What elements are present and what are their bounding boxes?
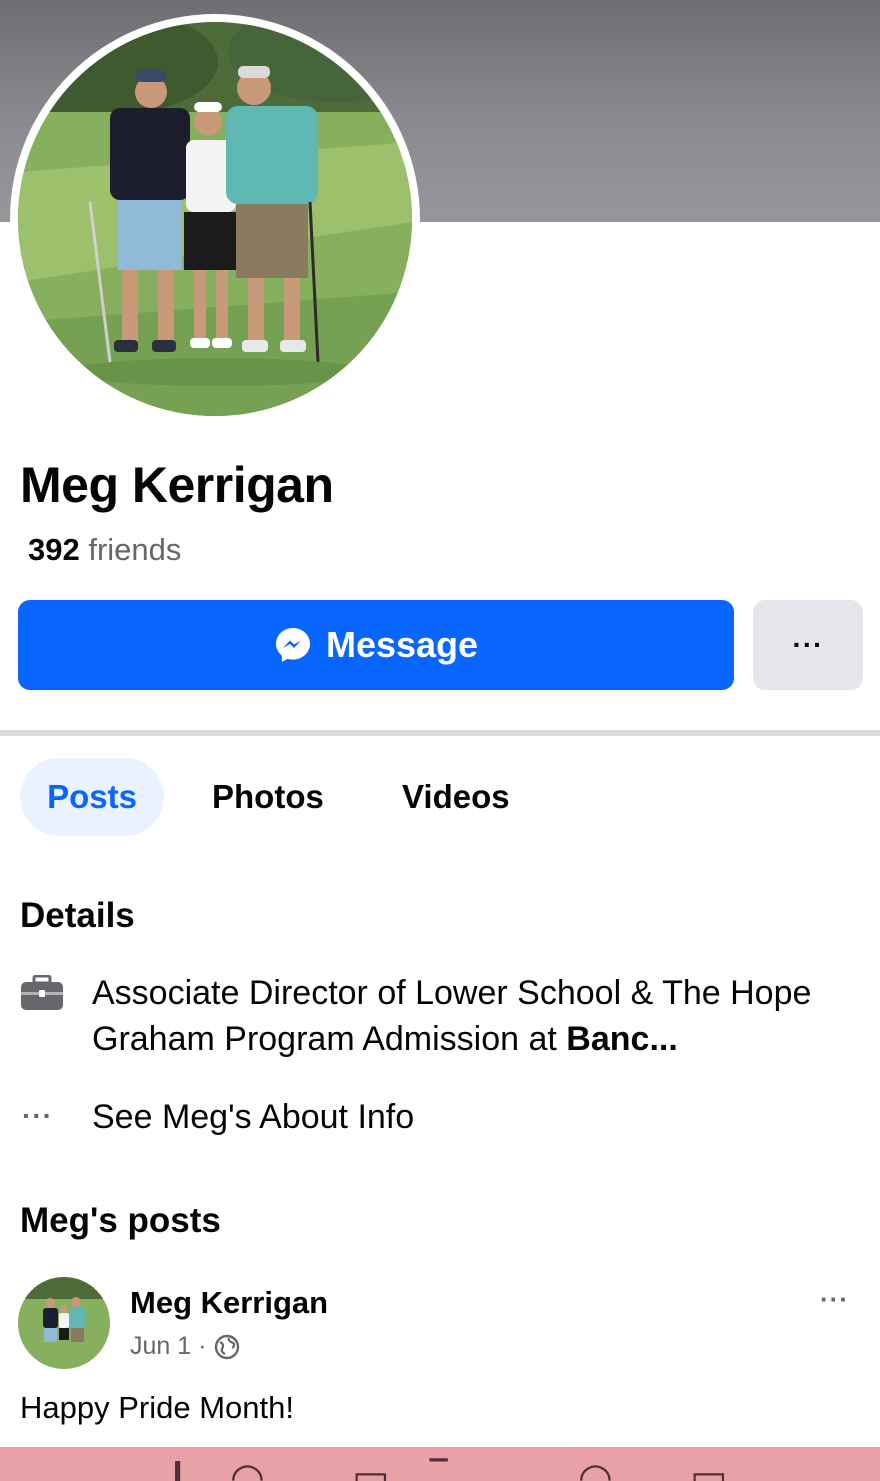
post-author-avatar[interactable]	[18, 1277, 110, 1369]
post-image-fragment: ◠	[580, 1456, 611, 1481]
post-image-fragment: ◠	[232, 1456, 263, 1481]
post-options-button[interactable]: ···	[820, 1284, 849, 1315]
message-button[interactable]: Message	[18, 600, 734, 690]
message-label: Message	[325, 624, 479, 665]
briefcase-icon	[21, 975, 63, 1010]
work-title: Associate Director of Lower School & The…	[92, 974, 812, 1058]
post-date[interactable]: Jun 1 ·	[130, 1332, 206, 1361]
post-author-name[interactable]: Meg Kerrigan	[130, 1285, 328, 1321]
posts-heading: Meg's posts	[20, 1201, 221, 1240]
more-dots-icon: ···	[22, 1100, 53, 1131]
about-info-link[interactable]: See Meg's About Info	[92, 1098, 414, 1137]
avatar-image	[18, 1277, 110, 1369]
post-text: Happy Pride Month!	[20, 1390, 294, 1425]
more-options-button[interactable]: ···	[753, 600, 863, 690]
work-organization: Banc...	[566, 1020, 678, 1058]
details-heading: Details	[20, 896, 135, 935]
post-image[interactable]: | ◠ ▭ ‾ ◠ ▭	[0, 1447, 880, 1481]
friends-count[interactable]: 392 friends	[28, 532, 181, 568]
messenger-icon	[275, 628, 310, 662]
post-image-fragment: |	[172, 1455, 184, 1481]
work-detail[interactable]: Associate Director of Lower School & The…	[92, 970, 862, 1062]
tab-posts[interactable]: Posts	[20, 758, 164, 836]
post-image-fragment: ‾	[432, 1455, 446, 1481]
globe-icon	[215, 1334, 240, 1359]
tab-videos[interactable]: Videos	[402, 758, 510, 836]
profile-name: Meg Kerrigan	[20, 457, 334, 513]
friends-label: friends	[79, 532, 182, 567]
post-image-fragment: ▭	[352, 1456, 390, 1481]
post-meta: Jun 1 ·	[130, 1332, 240, 1361]
section-divider	[0, 730, 880, 736]
profile-picture[interactable]	[18, 22, 412, 416]
post-image-fragment: ▭	[690, 1456, 728, 1481]
profile-photo-image	[18, 22, 412, 416]
tab-photos[interactable]: Photos	[212, 758, 324, 836]
friends-number: 392	[28, 532, 80, 567]
